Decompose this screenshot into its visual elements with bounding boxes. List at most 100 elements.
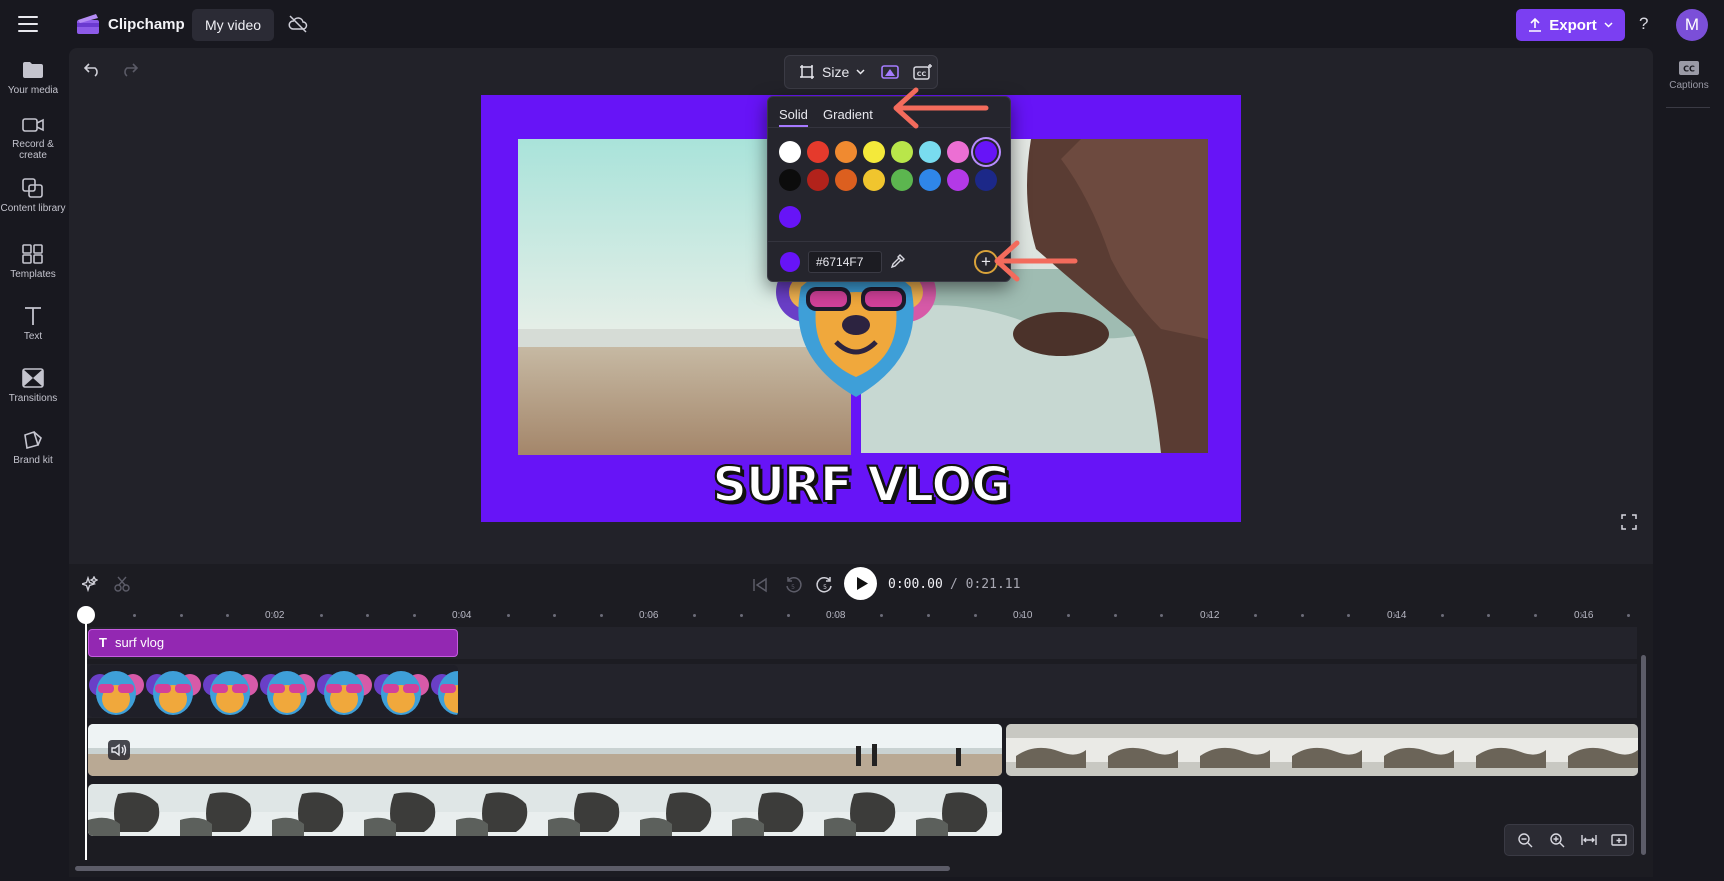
- ruler-tick: [1254, 614, 1257, 617]
- clip-thumbnail: [1190, 724, 1282, 776]
- clip-thumbnail: [259, 665, 316, 717]
- playhead-handle[interactable]: [77, 606, 95, 624]
- size-button[interactable]: Size: [799, 64, 865, 80]
- sidebar-item-your-media[interactable]: Your media: [0, 60, 66, 96]
- ruler-tick: [553, 614, 556, 617]
- vertical-scrollbar[interactable]: [1641, 655, 1646, 855]
- ruler-tick: [320, 614, 323, 617]
- playhead[interactable]: [85, 608, 87, 860]
- ruler-tick: [507, 614, 510, 617]
- ruler-tick: [1020, 614, 1023, 617]
- annotation-arrow-icon: [994, 240, 1078, 282]
- color-swatch[interactable]: [807, 141, 829, 163]
- magic-sparkle-icon[interactable]: [82, 576, 98, 592]
- beach-video-clip[interactable]: [88, 724, 1002, 776]
- sidebar-item-label: Templates: [10, 269, 56, 280]
- auto-captions-icon[interactable]: CC: [913, 63, 933, 81]
- color-swatch[interactable]: [779, 169, 801, 191]
- color-swatch[interactable]: [975, 169, 997, 191]
- hex-color-input[interactable]: #6714F7: [808, 251, 882, 273]
- zoom-in-icon[interactable]: [1549, 832, 1565, 853]
- color-swatch[interactable]: [779, 206, 801, 228]
- ruler-tick: [1534, 614, 1537, 617]
- undo-icon[interactable]: [84, 61, 102, 77]
- sidebar-item-brand-kit[interactable]: Brand kit: [0, 430, 66, 466]
- zoom-out-icon[interactable]: [1517, 832, 1533, 853]
- horizontal-scrollbar[interactable]: [75, 866, 950, 871]
- sidebar-item-templates[interactable]: Templates: [0, 244, 66, 280]
- play-button[interactable]: [844, 567, 877, 600]
- ruler-tick: [1581, 614, 1584, 617]
- waves-video-clip[interactable]: [1006, 724, 1638, 776]
- ruler-tick: [1301, 614, 1304, 617]
- rewind-5-icon[interactable]: 5: [784, 576, 802, 594]
- sidebar-item-text[interactable]: Text: [0, 306, 66, 342]
- help-icon[interactable]: ?: [1639, 14, 1648, 34]
- color-swatch[interactable]: [891, 141, 913, 163]
- color-swatch[interactable]: [891, 169, 913, 191]
- text-clip-icon: T: [99, 635, 107, 650]
- color-swatch[interactable]: [919, 141, 941, 163]
- brand-kit-icon: [24, 430, 42, 450]
- clip-thumbnail: [430, 665, 458, 717]
- clip-thumbnail: [824, 784, 916, 836]
- clip-thumbnail: [1374, 724, 1466, 776]
- clip-thumbnail: [548, 724, 640, 776]
- text-icon: [25, 307, 41, 325]
- clip-thumbnail: [145, 665, 202, 717]
- title-overlay-text[interactable]: SURF VLOG: [481, 456, 1241, 514]
- fullscreen-icon[interactable]: [1621, 514, 1637, 530]
- color-swatch[interactable]: [807, 169, 829, 191]
- export-label: Export: [1549, 16, 1597, 34]
- eyedropper-icon[interactable]: [890, 253, 906, 269]
- sticker-clip[interactable]: [88, 665, 458, 717]
- project-title[interactable]: My video: [192, 9, 275, 41]
- clip-thumbnail: [364, 724, 456, 776]
- split-scissors-icon[interactable]: [114, 576, 130, 592]
- clip-thumbnail: [1282, 724, 1374, 776]
- clip-thumbnail: [272, 784, 364, 836]
- fit-timeline-icon[interactable]: [1581, 832, 1597, 853]
- forward-5-icon[interactable]: 5: [816, 576, 834, 594]
- color-swatch[interactable]: [863, 141, 885, 163]
- cloud-off-icon[interactable]: [288, 15, 308, 33]
- upload-icon: [1529, 17, 1542, 32]
- ruler-tick: [413, 614, 416, 617]
- svg-text:CC: CC: [917, 70, 927, 78]
- add-track-icon[interactable]: [1611, 832, 1627, 853]
- clip-thumbnail: [916, 724, 1002, 776]
- ruler-tick: [693, 614, 696, 617]
- sidebar-item-content-library[interactable]: Content library: [0, 178, 66, 214]
- color-swatch[interactable]: [947, 141, 969, 163]
- text-clip[interactable]: T surf vlog: [88, 629, 458, 657]
- clip-thumbnail: [824, 724, 916, 776]
- tab-gradient[interactable]: Gradient: [823, 107, 873, 122]
- total-time: / 0:21.11: [950, 577, 1021, 592]
- top-bar: Clipchamp My video Export ? M: [0, 0, 1724, 48]
- clip-thumbnail: [1098, 724, 1190, 776]
- menu-icon[interactable]: [18, 16, 38, 32]
- color-swatch[interactable]: [863, 169, 885, 191]
- avatar[interactable]: M: [1676, 9, 1708, 41]
- divider: [768, 241, 1010, 242]
- background-color-icon[interactable]: [881, 63, 899, 81]
- skip-back-icon[interactable]: [752, 577, 768, 593]
- color-swatch[interactable]: [835, 141, 857, 163]
- ruler-tick: [1441, 614, 1444, 617]
- color-swatch[interactable]: [835, 169, 857, 191]
- audio-icon[interactable]: [108, 740, 130, 760]
- redo-icon[interactable]: [120, 61, 138, 77]
- crop-icon: [800, 65, 814, 79]
- sidebar-item-transitions[interactable]: Transitions: [0, 368, 66, 404]
- tab-solid[interactable]: Solid: [779, 107, 808, 127]
- sidebar-item-label: Record & create: [12, 139, 54, 161]
- export-button[interactable]: Export: [1516, 9, 1625, 41]
- color-swatch[interactable]: [919, 169, 941, 191]
- sidebar-item-record-create[interactable]: Record & create: [0, 116, 66, 161]
- captions-button[interactable]: CC Captions: [1663, 60, 1715, 91]
- color-swatch[interactable]: [779, 141, 801, 163]
- ruler-tick: [1347, 614, 1350, 617]
- color-swatch[interactable]: [947, 169, 969, 191]
- color-swatch[interactable]: [975, 141, 997, 163]
- rocks-video-clip[interactable]: [88, 784, 1002, 836]
